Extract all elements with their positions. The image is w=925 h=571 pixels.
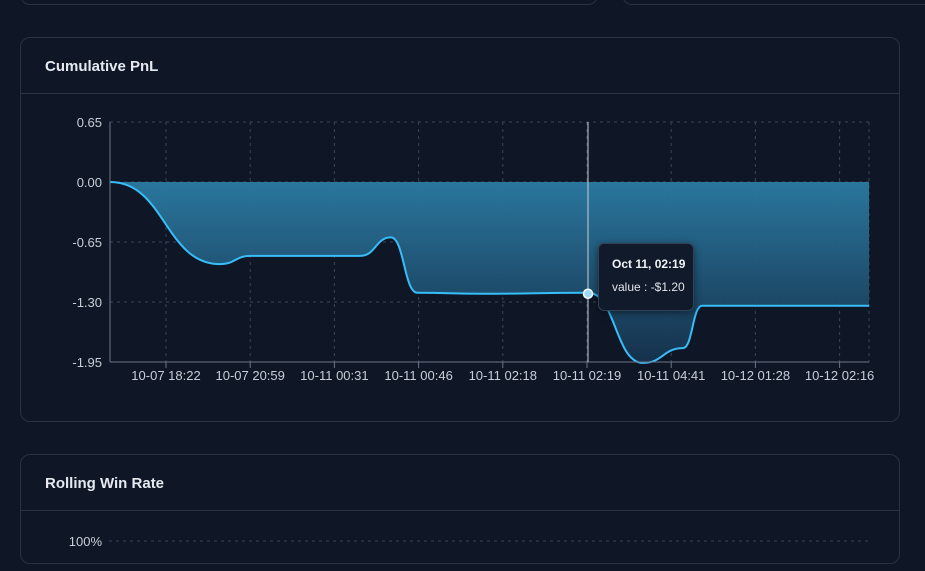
y-tick-label: 0.65 [77, 115, 102, 130]
y-tick-label: -1.30 [72, 295, 102, 310]
y-tick-label: -0.65 [72, 235, 102, 250]
x-tick-label: 10-11 02:19 [553, 368, 621, 383]
x-tick-label: 10-11 04:41 [637, 368, 705, 383]
pnl-area [109, 181, 869, 364]
rolling-win-rate-panel: Rolling Win Rate 100% [20, 454, 900, 564]
tooltip-title: Oct 11, 02:19 [612, 257, 686, 271]
y-tick-label: -1.95 [72, 355, 102, 370]
win-rate-chart: 100% [69, 534, 870, 549]
win-rate-tick-label: 100% [69, 534, 103, 549]
chart-tooltip: Oct 11, 02:19 value : -$1.20 [598, 243, 694, 311]
highlight-point [582, 288, 594, 300]
x-tick-label: 10-12 02:16 [805, 368, 874, 383]
y-tick-label: 0.00 [77, 175, 102, 190]
x-tick-label: 10-12 01:28 [721, 368, 790, 383]
tooltip-value: value : -$1.20 [612, 280, 685, 294]
pnl-area-fill [110, 182, 869, 363]
x-tick-label: 10-11 00:31 [300, 368, 368, 383]
x-tick-label: 10-07 18:22 [131, 368, 200, 383]
x-tick-label: 10-11 00:46 [384, 368, 452, 383]
rolling-win-rate-title: Rolling Win Rate [21, 455, 899, 511]
x-tick-label: 10-07 20:59 [215, 368, 284, 383]
x-tick-label: 10-11 02:18 [469, 368, 537, 383]
